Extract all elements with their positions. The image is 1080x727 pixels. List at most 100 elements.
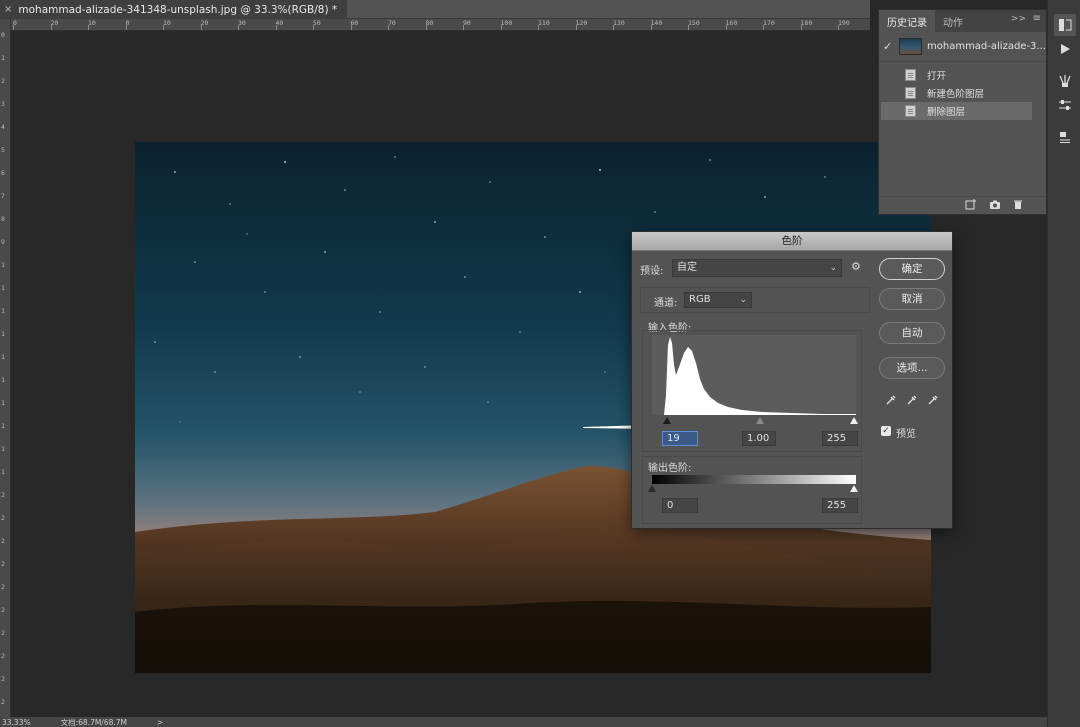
ruler-tick-mark — [88, 25, 89, 30]
ok-button[interactable]: 确定 — [879, 258, 945, 280]
history-state-new-levels-layer[interactable]: 新建色阶图层 — [881, 84, 1032, 102]
history-state-delete-layer[interactable]: 删除图层 — [881, 102, 1032, 120]
tab-history[interactable]: 历史记录 — [879, 10, 935, 32]
input-gamma-field[interactable]: 1.00 — [742, 431, 776, 446]
collapse-panel-icon[interactable]: >> — [1011, 14, 1026, 24]
close-tab-icon[interactable]: × — [4, 4, 12, 15]
ruler-tick-label: 180 — [800, 19, 813, 27]
black-eyedropper-icon[interactable] — [885, 394, 897, 409]
ruler-tick-label: 9 — [1, 238, 5, 246]
ruler-tick-label: 1 — [1, 54, 5, 62]
history-snapshot[interactable]: ✓ mohammad-alizade-3... — [879, 32, 1046, 62]
ruler-tick-label: 2 — [1, 583, 5, 591]
channel-select[interactable]: RGB ⌄ — [684, 292, 752, 308]
ruler-tick-label: 3 — [1, 100, 5, 108]
snapshot-name: mohammad-alizade-3... — [927, 41, 1046, 52]
ruler-tick-label: 2 — [1, 537, 5, 545]
play-actions-icon[interactable] — [1054, 38, 1076, 60]
ruler-tick-label: 0 — [1, 31, 5, 39]
history-state-label: 删除图层 — [927, 107, 966, 118]
document-size: 文档:68.7M/68.7M — [60, 717, 128, 727]
ruler-tick-label: 2 — [1, 652, 5, 660]
horizontal-ruler[interactable]: 0 20 10 0 10 20 30 40 50 60 70 80 90 100 110 120 130 140 1… — [11, 19, 870, 31]
vertical-ruler[interactable]: 0123456789111111111122222222223 — [0, 19, 11, 717]
input-white-field[interactable]: 255 — [822, 431, 858, 446]
tab-actions[interactable]: 动作 — [935, 10, 971, 32]
ruler-tick-label: 2 — [1, 606, 5, 614]
ruler-tick-label: 1 — [1, 376, 5, 384]
delete-trash-icon[interactable] — [1013, 199, 1023, 213]
ruler-tick-label: 80 — [425, 19, 434, 27]
output-black-slider[interactable] — [648, 485, 656, 492]
gray-eyedropper-icon[interactable] — [906, 394, 918, 409]
white-eyedropper-icon[interactable] — [927, 394, 939, 409]
properties-icon[interactable] — [1054, 126, 1076, 148]
history-state-label: 打开 — [927, 71, 947, 82]
panel-menu-icon[interactable]: ≡ — [1033, 13, 1041, 24]
ruler-tick-mark — [838, 25, 839, 30]
brush-tool-icon[interactable] — [1054, 70, 1076, 92]
ruler-tick-label: 6 — [1, 169, 5, 177]
history-panel: 历史记录 动作 >> ≡ ✓ mohammad-alizade-3... 打开 … — [878, 9, 1047, 215]
history-panel-footer — [879, 196, 1046, 214]
ruler-tick-label: 1 — [1, 353, 5, 361]
dialog-title[interactable]: 色阶 — [632, 232, 952, 251]
status-arrow[interactable]: > — [157, 718, 163, 727]
options-button[interactable]: 选项... — [879, 357, 945, 379]
panel-icon-strip — [1047, 0, 1080, 727]
ruler-tick-label: 40 — [275, 19, 284, 27]
ruler-tick-label: 1 — [1, 261, 5, 269]
ruler-tick-mark — [688, 25, 689, 30]
ruler-tick-label: 10 — [88, 19, 96, 27]
ruler-tick-mark — [275, 25, 277, 30]
ruler-tick-label: 130 — [613, 19, 625, 27]
status-bar: 33.33% 文档:68.7M/68.7M > — [0, 717, 1047, 727]
ruler-tick-label: 1 — [1, 284, 5, 292]
preset-select[interactable]: 自定 ⌄ — [672, 259, 842, 277]
ruler-tick-label: 110 — [538, 19, 550, 27]
input-white-point-slider[interactable] — [850, 417, 858, 424]
history-panel-icon[interactable] — [1054, 14, 1076, 36]
ruler-tick-label: 2 — [1, 629, 5, 637]
ruler-tick-label: 2 — [1, 514, 5, 522]
ruler-tick-label: 1 — [1, 307, 5, 315]
ruler-tick-label: 1 — [1, 468, 5, 476]
input-gamma-slider[interactable] — [756, 417, 764, 424]
ruler-tick-label: 190 — [838, 19, 850, 27]
input-black-point-slider[interactable] — [663, 417, 671, 424]
zoom-level[interactable]: 33.33% — [2, 718, 31, 727]
preset-label: 预设: — [640, 266, 664, 277]
ruler-tick-label: 70 — [388, 19, 396, 27]
ruler-tick-label: 8 — [1, 215, 5, 223]
ruler-tick-label: 2 — [1, 675, 5, 683]
ruler-tick-label: 4 — [1, 123, 5, 131]
document-icon — [905, 87, 916, 99]
ruler-tick-mark — [500, 25, 502, 30]
auto-button[interactable]: 自动 — [879, 322, 945, 344]
ruler-tick-label: 2 — [1, 698, 5, 706]
preset-options-gear-icon[interactable]: ⚙ — [851, 260, 861, 273]
camera-snapshot-icon[interactable] — [989, 199, 1001, 213]
output-white-slider[interactable] — [850, 485, 858, 492]
cancel-button[interactable]: 取消 — [879, 288, 945, 310]
ruler-tick-label: 2 — [1, 560, 5, 568]
document-tab-bar: × mohammad-alizade-341348-unsplash.jpg @… — [0, 0, 870, 19]
output-white-field[interactable]: 255 — [822, 498, 858, 513]
preview-checkbox[interactable]: ✓ — [881, 426, 891, 436]
ruler-tick-mark — [763, 25, 764, 30]
document-tab[interactable]: × mohammad-alizade-341348-unsplash.jpg @… — [0, 0, 348, 19]
ruler-tick-mark — [313, 25, 314, 30]
ruler-tick-mark — [538, 25, 539, 30]
ruler-tick-label: 50 — [313, 19, 321, 27]
ruler-tick-label: 1 — [1, 422, 5, 430]
ruler-tick-label: 5 — [1, 146, 5, 154]
history-brush-source-icon[interactable]: ✓ — [883, 40, 892, 53]
input-black-field[interactable]: 19 — [662, 431, 698, 446]
adjustments-icon[interactable] — [1054, 94, 1076, 116]
output-black-field[interactable]: 0 — [662, 498, 698, 513]
document-icon — [905, 105, 916, 117]
ruler-tick-label: 1 — [1, 445, 5, 453]
history-state-open[interactable]: 打开 — [881, 66, 1032, 84]
snapshot-thumbnail — [899, 38, 922, 55]
new-document-from-state-icon[interactable] — [965, 199, 977, 213]
